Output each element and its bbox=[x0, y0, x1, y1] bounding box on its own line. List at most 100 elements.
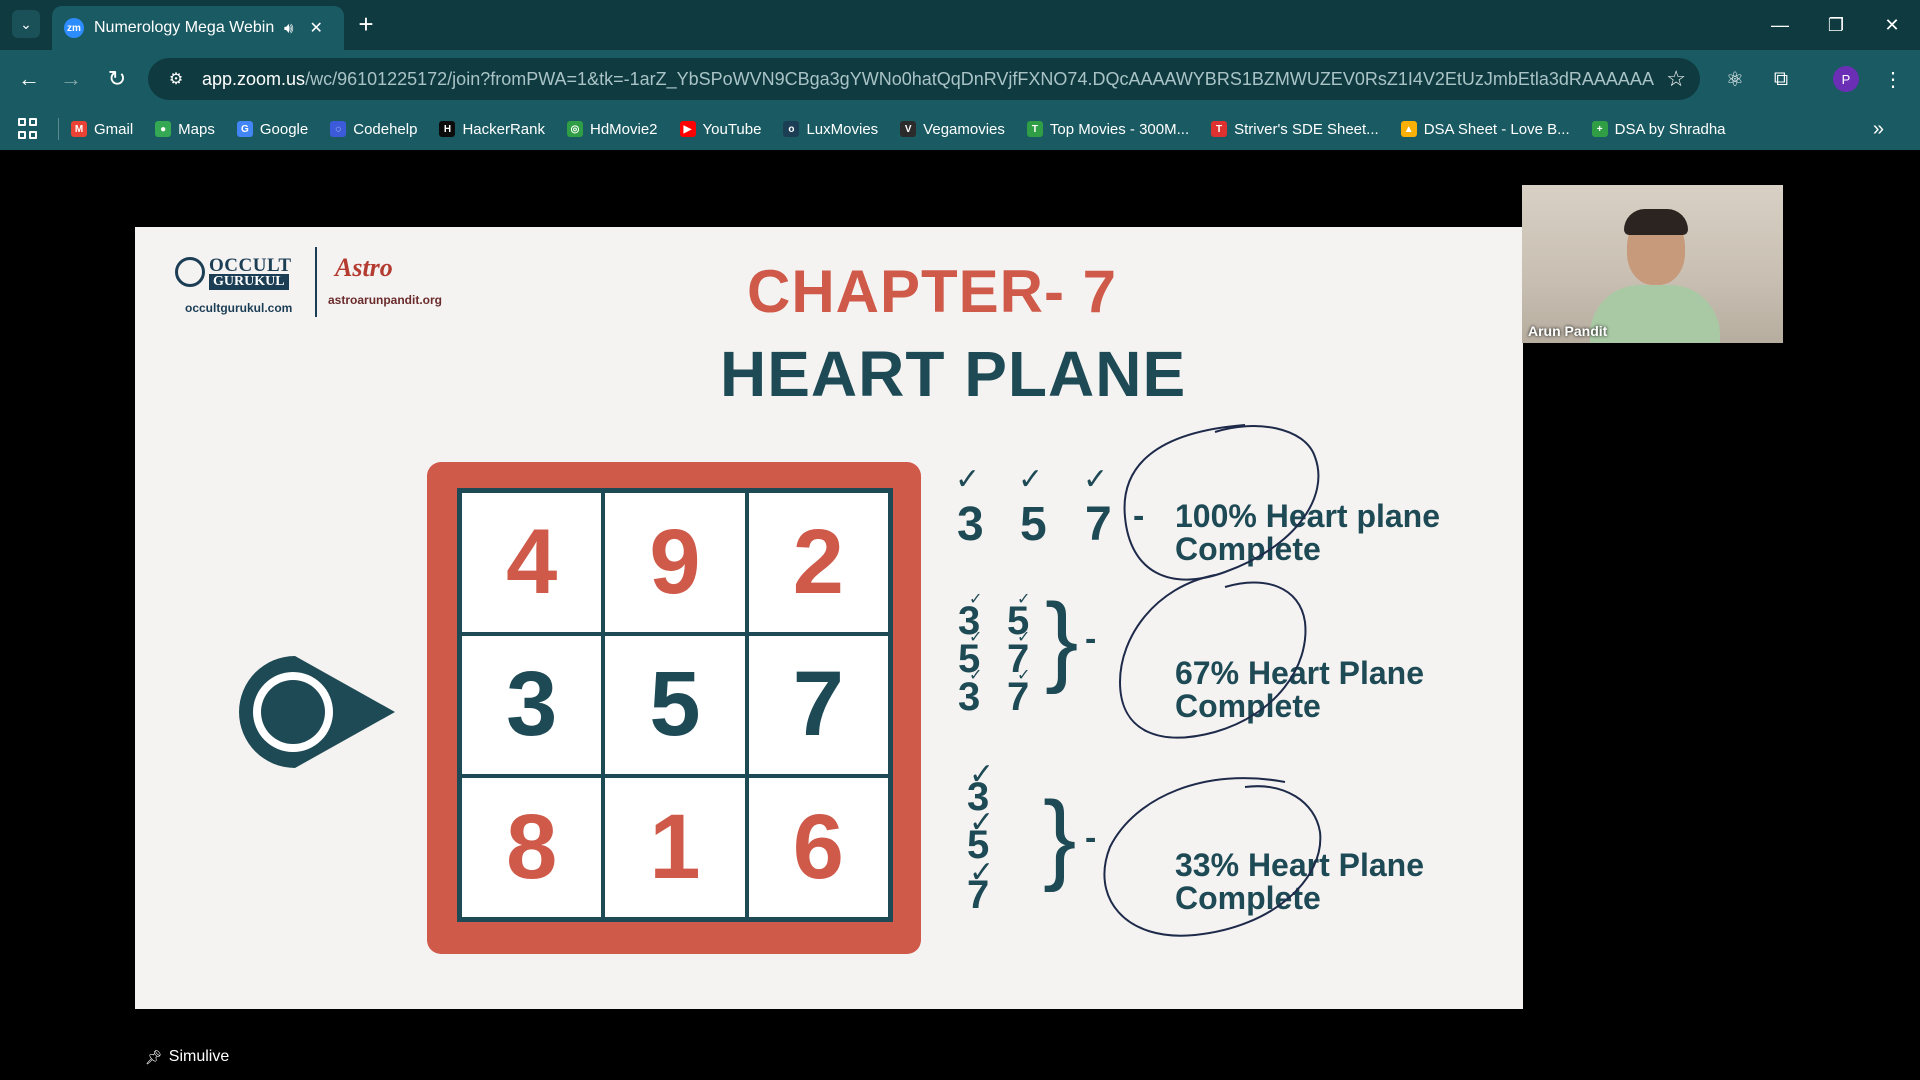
check-icon: ✓ bbox=[1083, 463, 1109, 496]
bookmark-star-icon[interactable]: ☆ bbox=[1666, 66, 1686, 92]
more-bookmarks-icon[interactable]: » bbox=[1873, 118, 1884, 141]
loshu-grid-frame: 492357816 bbox=[427, 462, 921, 954]
bookmark-item[interactable]: ● Maps bbox=[155, 121, 215, 138]
astro-url: astroarunpandit.org bbox=[328, 293, 443, 307]
bookmark-item[interactable]: V Vegamovies bbox=[900, 121, 1005, 138]
dash: - bbox=[1085, 819, 1097, 857]
logo-divider bbox=[315, 247, 317, 317]
bookmark-label: Gmail bbox=[94, 120, 134, 138]
apps-grid-icon[interactable] bbox=[18, 118, 40, 140]
loshu-grid: 492357816 bbox=[457, 488, 893, 922]
codehelp-icon: ◌ bbox=[330, 121, 347, 137]
bookmark-label: HackerRank bbox=[462, 120, 545, 138]
bookmark-label: Vegamovies bbox=[923, 120, 1005, 138]
tab-close-icon[interactable]: ✕ bbox=[309, 18, 322, 38]
back-button[interactable]: ← bbox=[14, 64, 44, 94]
site-info-icon[interactable]: ⚙ bbox=[162, 65, 190, 93]
row2-result: 67% Heart Plane Complete bbox=[1175, 655, 1425, 724]
bookmark-item[interactable]: o LuxMovies bbox=[783, 121, 878, 138]
tab-search-chevron-icon[interactable]: ⌄ bbox=[12, 10, 40, 38]
react-devtools-icon[interactable]: ⚛ bbox=[1720, 64, 1750, 94]
slide-heading: HEART PLANE bbox=[720, 338, 1187, 410]
row3-result: 33% Heart Plane Complete bbox=[1175, 847, 1425, 916]
dash: - bbox=[1085, 620, 1097, 658]
sheets-icon: + bbox=[1591, 121, 1608, 137]
youtube-icon: ▶ bbox=[679, 121, 696, 137]
presenter-body bbox=[1590, 285, 1720, 343]
check-icon: ✓ bbox=[1018, 463, 1044, 496]
bookmark-item[interactable]: ▲ DSA Sheet - Love B... bbox=[1400, 120, 1570, 138]
bookmarks-divider bbox=[58, 118, 59, 140]
bookmark-item[interactable]: T Striver's SDE Sheet... bbox=[1211, 121, 1379, 138]
presenter-hair bbox=[1624, 209, 1688, 235]
bookmark-list: M Gmail ● Maps G Google ◌ Codehelp H HackerRank ◎ H… bbox=[71, 121, 1748, 138]
menu-kebab-icon[interactable]: ⋮ bbox=[1878, 64, 1908, 94]
participant-video-tile[interactable]: Arun Pandit bbox=[1522, 185, 1783, 343]
grid-cell: 8 bbox=[460, 776, 604, 919]
bookmark-label: Maps bbox=[178, 120, 215, 138]
new-tab-button[interactable]: + bbox=[352, 9, 380, 39]
pointer-marker-icon bbox=[239, 656, 395, 768]
row1-number: 3 bbox=[957, 498, 984, 551]
row3-number: 7 bbox=[967, 873, 990, 917]
slide-logos: OCCULT GURUKUL occultgurukul.com Astro a… bbox=[175, 239, 475, 321]
profile-avatar[interactable]: P bbox=[1833, 66, 1859, 92]
topmovies-icon: T bbox=[1026, 121, 1043, 137]
tab-title: Numerology Mega Webinar bbox=[94, 19, 274, 36]
google-icon: G bbox=[236, 121, 253, 137]
hdmovie-icon: ◎ bbox=[566, 121, 583, 137]
grid-cell: 9 bbox=[603, 491, 747, 634]
striver-icon: T bbox=[1211, 121, 1228, 137]
url-text[interactable]: app.zoom.us/wc/96101225172/join?fromPWA=… bbox=[202, 69, 1654, 90]
bookmark-item[interactable]: H HackerRank bbox=[439, 121, 545, 138]
slide-chapter-title: CHAPTER- 7 bbox=[747, 258, 1118, 325]
bookmark-item[interactable]: + DSA by Shradha bbox=[1591, 121, 1726, 138]
minimize-button[interactable]: — bbox=[1752, 0, 1808, 50]
bookmark-label: DSA Sheet - Love B... bbox=[1423, 120, 1570, 138]
address-bar[interactable]: ⚙ app.zoom.us/wc/96101225172/join?fromPW… bbox=[148, 58, 1700, 100]
tab-zoom-webinar[interactable]: zm Numerology Mega Webinar 🔊︎ ✕ bbox=[52, 6, 344, 50]
occult-emblem-icon bbox=[175, 257, 205, 287]
reload-button[interactable]: ↻ bbox=[102, 64, 132, 94]
pin-icon: 📌︎ bbox=[145, 1048, 163, 1065]
bookmark-label: Striver's SDE Sheet... bbox=[1234, 120, 1379, 138]
forward-button[interactable]: → bbox=[56, 64, 86, 94]
grid-cell: 7 bbox=[746, 633, 890, 777]
drive-icon: ▲ bbox=[1400, 121, 1417, 137]
bookmark-item[interactable]: G Google bbox=[236, 120, 309, 138]
bookmark-label: Google bbox=[259, 120, 309, 138]
grid-cell: 1 bbox=[603, 776, 747, 919]
window-controls: — ❐ ✕ bbox=[1752, 0, 1920, 50]
dash: - bbox=[1133, 497, 1145, 535]
bookmark-item[interactable]: ◌ Codehelp bbox=[330, 121, 417, 138]
bookmark-label: YouTube bbox=[702, 120, 762, 138]
occult-url: occultgurukul.com bbox=[185, 301, 293, 315]
close-window-button[interactable]: ✕ bbox=[1864, 0, 1920, 50]
simulive-indicator: 📌︎ Simulive bbox=[145, 1048, 229, 1066]
zoom-favicon-icon: zm bbox=[64, 18, 84, 38]
bookmarks-bar: M Gmail ● Maps G Google ◌ Codehelp H HackerRank ◎ H… bbox=[0, 108, 1920, 150]
bookmark-item[interactable]: ◎ HdMovie2 bbox=[566, 120, 658, 138]
grid-cell: 4 bbox=[460, 491, 604, 634]
simulive-label: Simulive bbox=[168, 1048, 230, 1065]
bookmark-label: HdMovie2 bbox=[589, 120, 658, 138]
shared-screen-slide: OCCULT GURUKUL occultgurukul.com Astro a… bbox=[135, 227, 1523, 1009]
brace: } bbox=[1043, 781, 1077, 893]
luxmovies-icon: o bbox=[783, 121, 800, 137]
row1-number: 7 bbox=[1085, 498, 1112, 551]
tab-strip: ⌄ zm Numerology Mega Webinar 🔊︎ ✕ + — ❐ … bbox=[0, 0, 1920, 50]
zoom-meeting-area: OCCULT GURUKUL occultgurukul.com Astro a… bbox=[0, 150, 1920, 1080]
bookmark-item[interactable]: ▶ YouTube bbox=[679, 120, 762, 138]
bookmark-item[interactable]: T Top Movies - 300M... bbox=[1026, 121, 1189, 138]
row1-result: 100% Heart plane Complete bbox=[1175, 498, 1441, 567]
bookmark-label: Codehelp bbox=[353, 120, 418, 138]
bookmark-item[interactable]: M Gmail bbox=[71, 121, 133, 138]
extensions-icon[interactable]: ⧉ bbox=[1766, 64, 1796, 94]
brace: } bbox=[1045, 583, 1079, 695]
hackerrank-icon: H bbox=[439, 121, 456, 137]
maps-icon: ● bbox=[155, 121, 172, 137]
restore-button[interactable]: ❐ bbox=[1808, 0, 1864, 50]
grid-cell: 6 bbox=[746, 776, 890, 919]
astro-arun-logo: Astro bbox=[335, 253, 393, 282]
speaker-icon[interactable]: 🔊︎ bbox=[284, 20, 293, 37]
